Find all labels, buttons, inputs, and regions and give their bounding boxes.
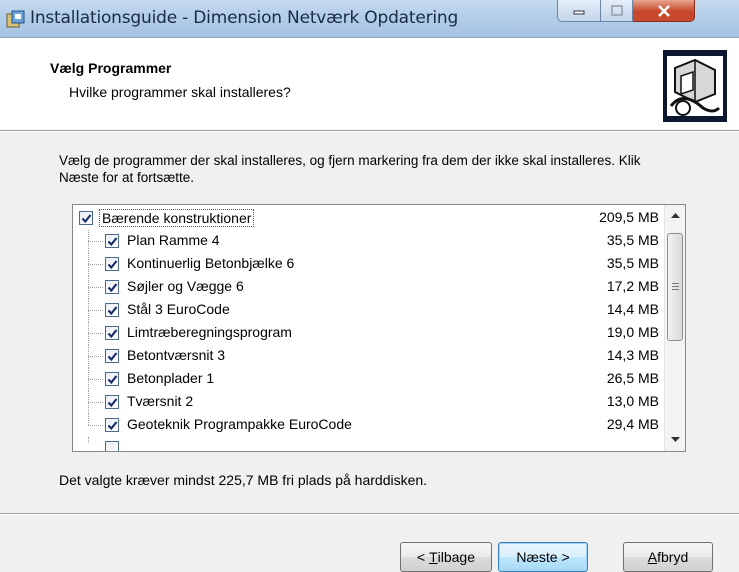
component-size: 14,3 MB — [606, 347, 659, 363]
tree-line — [88, 437, 89, 443]
page-title: Vælg Programmer — [50, 60, 172, 76]
title-bar[interactable]: Installationsguide - Dimension Netværk O… — [0, 0, 739, 38]
next-label: Næste > — [516, 549, 570, 565]
component-size: 29,4 MB — [606, 416, 659, 432]
instructions-text: Vælg de programmer der skal installeres,… — [59, 153, 641, 185]
component-label: Plan Ramme 4 — [127, 232, 220, 248]
list-item[interactable]: Limtræberegningsprogram 19,0 MB — [73, 322, 663, 345]
component-size: 13,0 MB — [606, 393, 659, 409]
component-label: Betontværsnit 3 — [127, 347, 226, 363]
maximize-button[interactable] — [601, 0, 633, 22]
tree-line — [88, 310, 103, 311]
tree-line — [88, 264, 103, 265]
vertical-scrollbar[interactable] — [664, 205, 685, 451]
cancel-label: fbryd — [657, 549, 689, 565]
component-size: 35,5 MB — [606, 255, 659, 271]
cancel-mnemonic: A — [647, 549, 658, 565]
checkbox[interactable] — [105, 395, 119, 409]
checkbox[interactable] — [105, 234, 119, 248]
list-item[interactable]: Bærende konstruktioner 209,5 MB — [73, 207, 663, 229]
component-label: Geoteknik Programpakke EuroCode — [127, 416, 352, 432]
list-item[interactable]: Betontværsnit 3 14,3 MB — [73, 345, 663, 368]
component-size: 35,5 MB — [606, 232, 659, 248]
back-mnemonic: T — [429, 549, 438, 565]
component-size: 19,0 MB — [606, 324, 659, 340]
component-label: Limtræberegningsprogram — [127, 324, 292, 340]
back-button[interactable]: < Tilbage — [400, 542, 492, 572]
scroll-down-arrow-icon[interactable] — [665, 431, 685, 448]
window-controls — [557, 0, 695, 22]
page-subtitle: Hvilke programmer skal installeres? — [69, 84, 291, 100]
scroll-up-arrow-icon[interactable] — [665, 207, 685, 224]
checkbox[interactable] — [105, 418, 119, 432]
component-label: Stål 3 EuroCode — [127, 301, 230, 317]
component-size: 26,5 MB — [606, 370, 659, 386]
installer-icon — [6, 9, 26, 29]
list-item-partial — [73, 437, 663, 451]
minimize-button[interactable] — [557, 0, 601, 22]
component-size: 17,2 MB — [606, 278, 659, 294]
component-list[interactable]: Bærende konstruktioner 209,5 MB Plan Ramme… — [72, 204, 686, 452]
tree-line — [88, 425, 103, 426]
close-button[interactable] — [633, 0, 695, 22]
component-label: Betonplader 1 — [127, 370, 215, 386]
list-item[interactable]: Tværsnit 2 13,0 MB — [73, 391, 663, 414]
component-label: Kontinuerlig Betonbjælke 6 — [127, 255, 295, 271]
tree-line — [88, 333, 103, 334]
tree-line — [88, 241, 103, 242]
component-size: 209,5 MB — [599, 209, 659, 225]
tree-line — [88, 402, 103, 403]
tree-line — [88, 356, 103, 357]
wizard-header: Vælg Programmer Hvilke programmer skal i… — [0, 38, 739, 131]
checkbox[interactable] — [79, 211, 93, 225]
disk-space-text: Det valgte kræver mindst 225,7 MB fri pl… — [59, 472, 428, 488]
component-label: Søjler og Vægge 6 — [127, 278, 244, 294]
tree-line — [88, 287, 103, 288]
tree-line — [88, 414, 89, 425]
list-item[interactable]: Kontinuerlig Betonbjælke 6 35,5 MB — [73, 253, 663, 276]
back-prefix: < — [416, 549, 430, 565]
checkbox[interactable] — [105, 349, 119, 363]
checkbox — [105, 441, 119, 451]
checkbox[interactable] — [105, 372, 119, 386]
wizard-body: Vælg de programmer der skal installeres,… — [0, 132, 739, 572]
computer-setup-icon — [663, 50, 727, 122]
checkbox[interactable] — [105, 257, 119, 271]
component-label: Tværsnit 2 — [127, 393, 194, 409]
component-label: Bærende konstruktioner — [99, 209, 255, 227]
grip-icon — [672, 283, 679, 290]
window-title: Installationsguide - Dimension Netværk O… — [30, 8, 459, 28]
checkbox[interactable] — [105, 303, 119, 317]
next-button[interactable]: Næste > — [498, 542, 588, 572]
scrollbar-thumb[interactable] — [667, 233, 683, 341]
list-item[interactable]: Betonplader 1 26,5 MB — [73, 368, 663, 391]
tree-line — [88, 379, 103, 380]
component-size: 14,4 MB — [606, 301, 659, 317]
checkbox[interactable] — [105, 280, 119, 294]
back-label: ilbage — [437, 549, 475, 565]
cancel-button[interactable]: Afbryd — [623, 542, 713, 572]
checkbox[interactable] — [105, 326, 119, 340]
list-item[interactable]: Geoteknik Programpakke EuroCode 29,4 MB — [73, 414, 663, 436]
list-item[interactable]: Plan Ramme 4 35,5 MB — [73, 230, 663, 253]
divider — [0, 513, 739, 515]
list-item[interactable]: Stål 3 EuroCode 14,4 MB — [73, 299, 663, 322]
list-item[interactable]: Søjler og Vægge 6 17,2 MB — [73, 276, 663, 299]
